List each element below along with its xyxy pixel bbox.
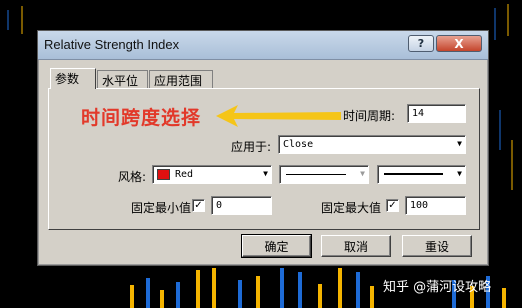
line-width-select[interactable]: ▼ bbox=[377, 165, 466, 184]
tab-levels[interactable]: 水平位 bbox=[97, 70, 148, 88]
line-width-sample bbox=[384, 173, 443, 175]
tab-visualization[interactable]: 应用范围 bbox=[149, 70, 213, 88]
style-label: 风格: bbox=[118, 170, 147, 184]
dropdown-arrow-icon: ▼ bbox=[263, 169, 268, 178]
close-icon: X bbox=[454, 36, 464, 51]
tab-label: 参数 bbox=[55, 72, 80, 86]
fixed-min-label: 固定最小值 bbox=[131, 201, 192, 215]
cancel-button[interactable]: 取消 bbox=[321, 235, 391, 257]
dropdown-arrow-icon: ▼ bbox=[457, 139, 462, 148]
close-button[interactable]: X bbox=[436, 35, 482, 52]
fixed-max-input[interactable]: 100 bbox=[405, 196, 466, 215]
fixed-min-input[interactable]: 0 bbox=[211, 196, 272, 215]
line-style-sample bbox=[286, 174, 346, 175]
tab-label: 应用范围 bbox=[154, 74, 203, 88]
ok-button[interactable]: 确定 bbox=[241, 234, 312, 258]
fixed-max-label: 固定最大值 bbox=[321, 201, 382, 215]
cancel-button-label: 取消 bbox=[343, 239, 368, 254]
tab-label: 水平位 bbox=[102, 74, 139, 88]
dropdown-arrow-icon: ▼ bbox=[360, 169, 365, 178]
title-bar[interactable]: Relative Strength Index ? X bbox=[38, 31, 488, 60]
annotation-arrow-icon bbox=[216, 105, 341, 127]
style-color-value: Red bbox=[175, 169, 194, 180]
reset-button-label: 重设 bbox=[424, 239, 449, 254]
color-swatch bbox=[157, 169, 170, 180]
style-color-select[interactable]: Red ▼ bbox=[152, 165, 272, 184]
period-input[interactable]: 14 bbox=[407, 104, 466, 123]
reset-button[interactable]: 重设 bbox=[402, 235, 472, 257]
rsi-settings-dialog: Relative Strength Index ? X 参数 水平位 应用范围 … bbox=[37, 30, 489, 266]
dropdown-arrow-icon: ▼ bbox=[457, 169, 462, 178]
checkmark-icon: ✓ bbox=[194, 200, 203, 211]
annotation-text: 时间跨度选择 bbox=[81, 107, 202, 129]
fixed-min-checkbox[interactable]: ✓ bbox=[192, 199, 205, 212]
help-icon: ? bbox=[417, 37, 425, 50]
help-button[interactable]: ? bbox=[408, 35, 434, 52]
apply-to-label: 应用于: bbox=[231, 140, 272, 154]
line-style-select[interactable]: ▼ bbox=[279, 165, 369, 184]
watermark-text: 知乎 @蒲河设攻略 bbox=[383, 280, 492, 295]
window-title: Relative Strength Index bbox=[44, 37, 180, 52]
ok-button-label: 确定 bbox=[264, 239, 289, 254]
checkmark-icon: ✓ bbox=[388, 200, 397, 211]
period-label: 时间周期: bbox=[343, 109, 396, 123]
fixed-max-checkbox[interactable]: ✓ bbox=[386, 199, 399, 212]
apply-to-select[interactable]: Close ▼ bbox=[278, 135, 466, 154]
apply-to-value: Close bbox=[283, 139, 314, 150]
tab-parameters[interactable]: 参数 bbox=[50, 68, 96, 89]
